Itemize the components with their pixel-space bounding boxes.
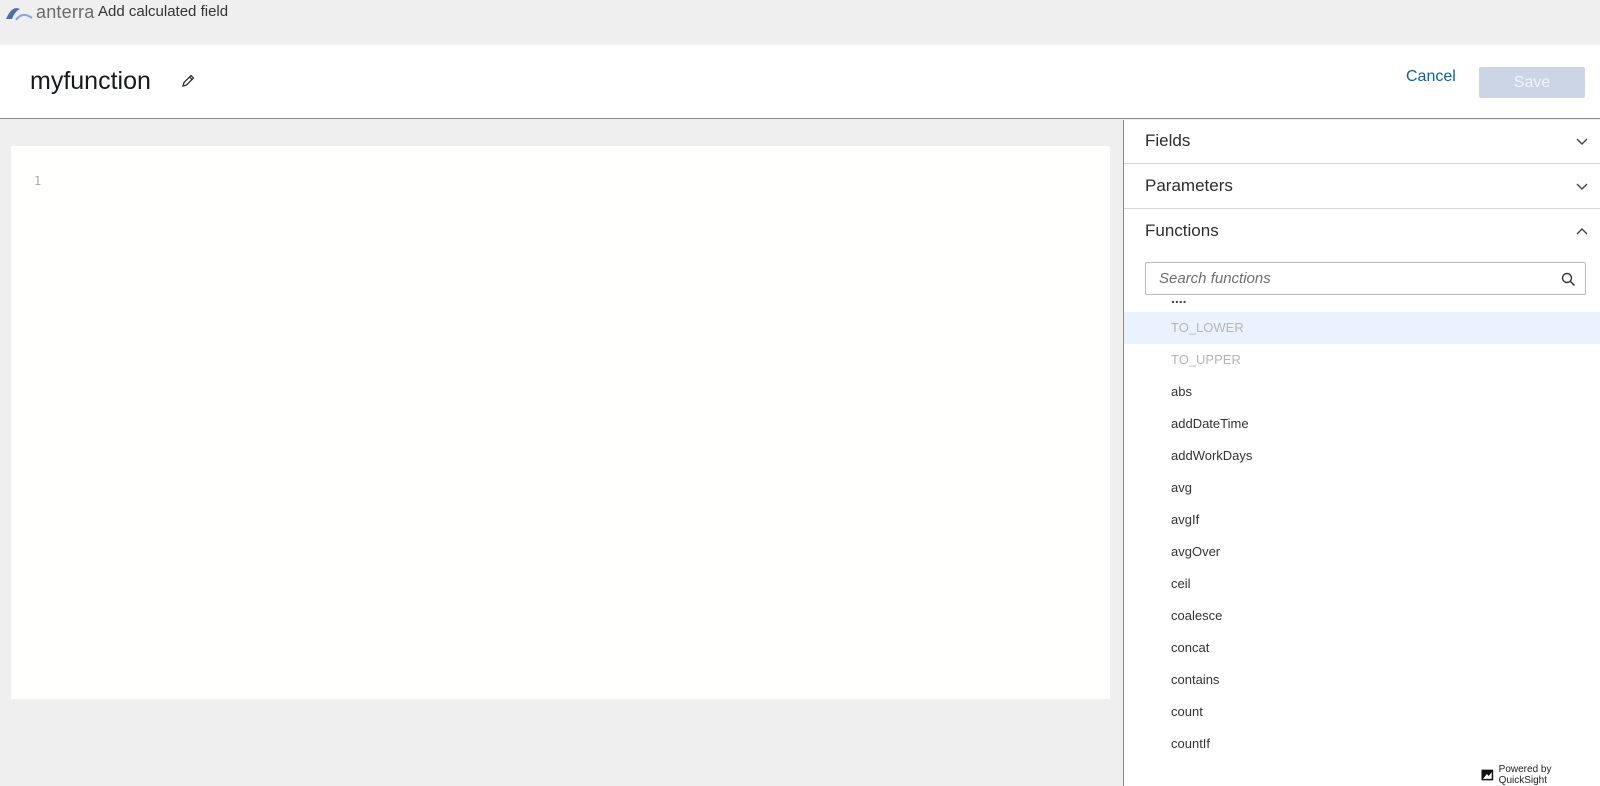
side-panel: Fields Parameters Functions .... TO_LOWE… bbox=[1123, 120, 1600, 786]
function-item[interactable]: TO_LOWER bbox=[1124, 312, 1600, 344]
logo-icon bbox=[6, 7, 33, 21]
function-item[interactable]: avgOver bbox=[1124, 536, 1600, 568]
search-functions-input[interactable] bbox=[1146, 263, 1546, 294]
chevron-up-icon bbox=[1576, 228, 1588, 235]
section-title-parameters: Parameters bbox=[1145, 176, 1233, 195]
search-functions-box bbox=[1145, 262, 1586, 295]
quicksight-icon bbox=[1481, 769, 1494, 781]
function-item[interactable]: abs bbox=[1124, 376, 1600, 408]
brand-logo[interactable]: anterra bbox=[4, 2, 94, 23]
function-item[interactable]: countIf bbox=[1124, 728, 1600, 760]
function-item[interactable]: avg bbox=[1124, 472, 1600, 504]
function-item[interactable]: ceil bbox=[1124, 568, 1600, 600]
save-button[interactable]: Save bbox=[1479, 67, 1585, 98]
formula-editor[interactable]: 1 bbox=[11, 146, 1110, 699]
section-parameters[interactable]: Parameters bbox=[1124, 165, 1600, 209]
function-item[interactable]: coalesce bbox=[1124, 600, 1600, 632]
powered-by-badge: Powered by QuickSight bbox=[1476, 764, 1600, 786]
cancel-button[interactable]: Cancel bbox=[1406, 68, 1456, 86]
chevron-down-icon bbox=[1576, 183, 1588, 190]
section-title-functions: Functions bbox=[1145, 221, 1219, 240]
functions-list: .... TO_LOWER TO_UPPER abs addDateTime a… bbox=[1124, 296, 1600, 766]
logo-text: anterra bbox=[36, 2, 95, 22]
line-number: 1 bbox=[34, 174, 42, 188]
field-name-title: myfunction bbox=[30, 67, 151, 95]
calc-field-header: myfunction Cancel Save bbox=[0, 45, 1600, 119]
pencil-icon[interactable] bbox=[180, 73, 196, 89]
section-fields[interactable]: Fields bbox=[1124, 120, 1600, 164]
page-title: Add calculated field bbox=[98, 3, 229, 20]
editor-area: 1 bbox=[0, 120, 1123, 786]
powered-by-text: Powered by QuickSight bbox=[1498, 764, 1552, 786]
function-item[interactable]: count bbox=[1124, 696, 1600, 728]
section-functions[interactable]: Functions bbox=[1124, 210, 1600, 254]
chevron-down-icon bbox=[1576, 138, 1588, 145]
function-item[interactable]: concat bbox=[1124, 632, 1600, 664]
function-item[interactable]: addDateTime bbox=[1124, 408, 1600, 440]
function-item[interactable]: addWorkDays bbox=[1124, 440, 1600, 472]
section-title-fields: Fields bbox=[1145, 131, 1191, 150]
search-icon[interactable] bbox=[1561, 272, 1576, 287]
top-bar: anterra Add calculated field bbox=[0, 0, 1600, 45]
function-item[interactable]: TO_UPPER bbox=[1124, 344, 1600, 376]
truncated-item: .... bbox=[1171, 296, 1187, 306]
function-item[interactable]: contains bbox=[1124, 664, 1600, 696]
function-item[interactable]: avgIf bbox=[1124, 504, 1600, 536]
